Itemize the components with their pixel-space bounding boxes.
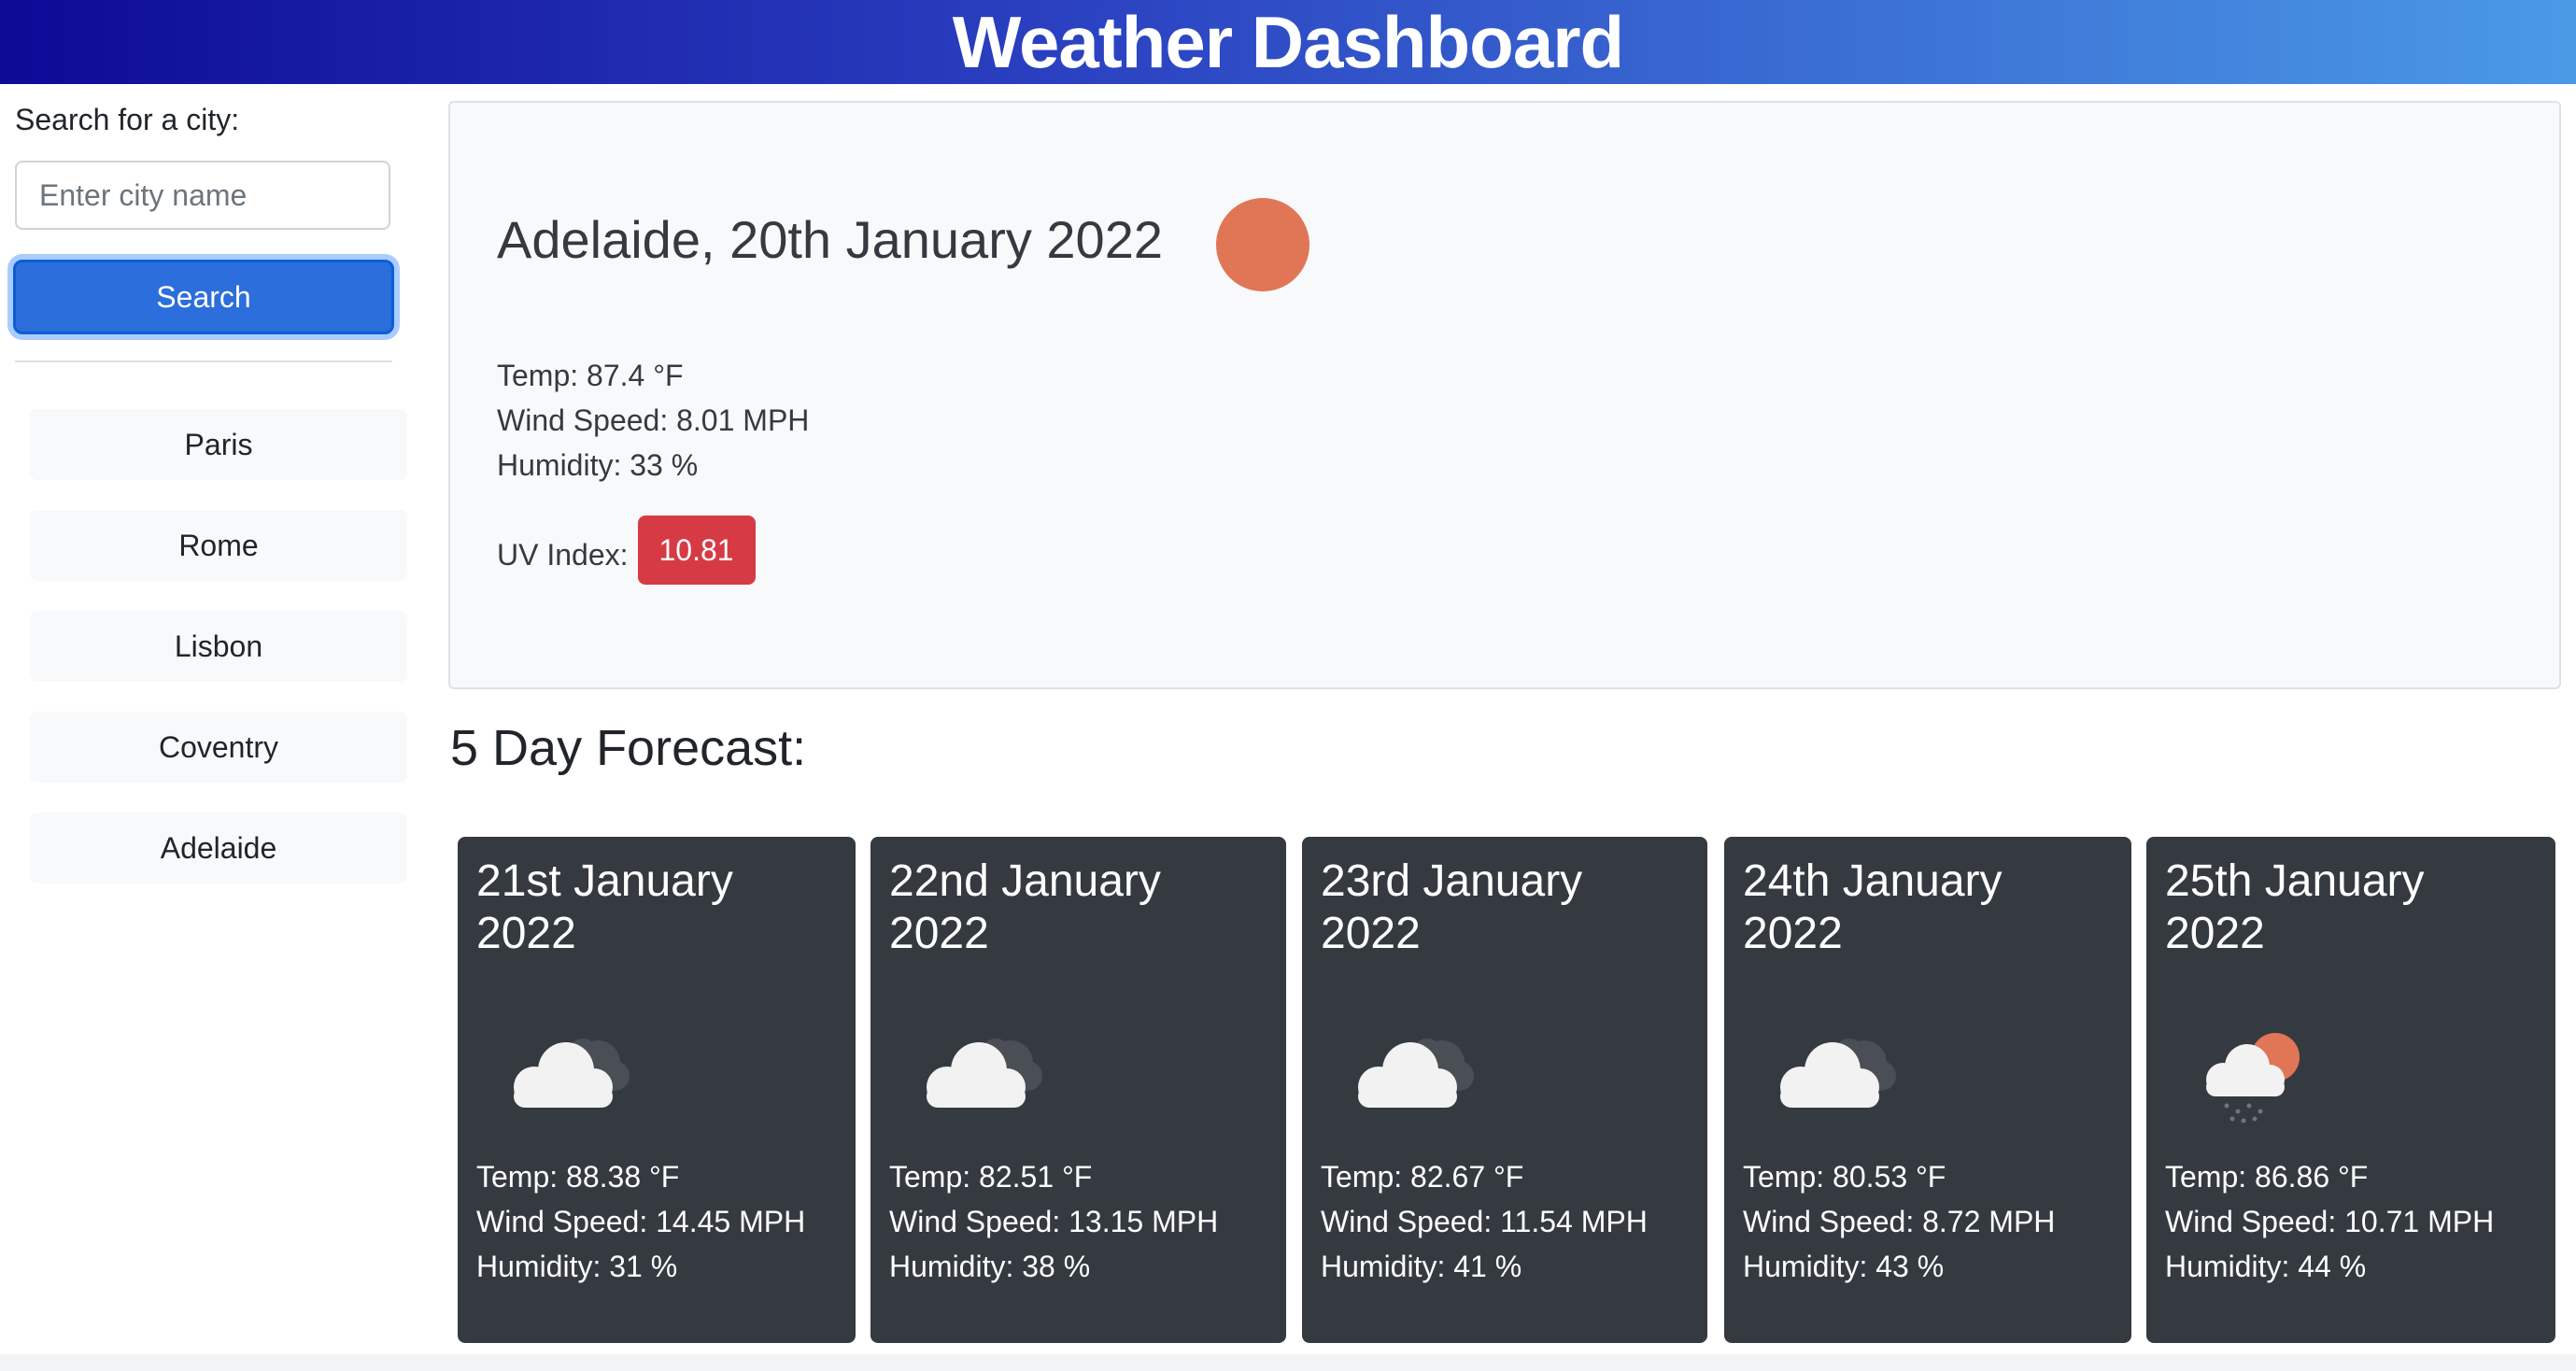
forecast-card: 24th January 2022 Temp: 80.53 °F Wind Sp…	[1724, 837, 2131, 1343]
forecast-card: 25th January 2022 Temp: 86.86 °F Wind Sp…	[2146, 837, 2555, 1343]
forecast-date: 25th January 2022	[2165, 856, 2425, 958]
forecast-date: 24th January 2022	[1743, 856, 2003, 958]
forecast-wind: Wind Speed: 13.15 MPH	[889, 1205, 1219, 1238]
forecast-wind: Wind Speed: 10.71 MPH	[2165, 1205, 2495, 1238]
forecast-date: 23rd January 2022	[1321, 856, 1583, 958]
search-history-list: Paris Rome Lisbon Coventry Adelaide	[30, 409, 407, 913]
current-humidity: Humidity: 33 %	[497, 448, 699, 482]
current-city-heading: Adelaide, 20th January 2022	[497, 210, 1163, 269]
forecast-temp: Temp: 82.67 °F	[1321, 1160, 1524, 1194]
sun-icon	[1216, 198, 1309, 291]
forecast-card: 23rd January 2022 Temp: 82.67 °F Wind Sp…	[1302, 837, 1707, 1343]
forecast-stats: Temp: 80.53 °F Wind Speed: 8.72 MPH Humi…	[1743, 1154, 2055, 1289]
forecast-temp: Temp: 88.38 °F	[476, 1160, 680, 1194]
footer-strip	[0, 1354, 2576, 1371]
forecast-humidity: Humidity: 31 %	[476, 1250, 678, 1283]
forecast-wind: Wind Speed: 8.72 MPH	[1743, 1205, 2056, 1238]
forecast-humidity: Humidity: 38 %	[889, 1250, 1091, 1283]
page-title: Weather Dashboard	[952, 0, 1624, 83]
history-item-paris[interactable]: Paris	[30, 409, 407, 480]
forecast-temp: Temp: 86.86 °F	[2165, 1160, 2369, 1194]
forecast-stats: Temp: 82.51 °F Wind Speed: 13.15 MPH Hum…	[889, 1154, 1218, 1289]
city-search-input[interactable]	[15, 161, 390, 230]
uv-index-label: UV Index:	[497, 537, 629, 572]
forecast-humidity: Humidity: 44 %	[2165, 1250, 2367, 1283]
current-wind: Wind Speed: 8.01 MPH	[497, 403, 810, 437]
forecast-card: 21st January 2022 Temp: 88.38 °F Wind Sp…	[458, 837, 856, 1343]
history-item-lisbon[interactable]: Lisbon	[30, 611, 407, 682]
forecast-stats: Temp: 88.38 °F Wind Speed: 14.45 MPH Hum…	[476, 1154, 805, 1289]
uv-index-badge: 10.81	[637, 516, 756, 585]
current-stats: Temp: 87.4 °F Wind Speed: 8.01 MPH Humid…	[497, 353, 809, 488]
sidebar-divider	[15, 360, 392, 362]
forecast-date: 21st January 2022	[476, 856, 733, 958]
history-item-rome[interactable]: Rome	[30, 510, 407, 581]
forecast-date: 22nd January 2022	[889, 856, 1161, 958]
cloudy-icon	[910, 1024, 1050, 1122]
cloudy-icon	[497, 1024, 637, 1122]
forecast-wind: Wind Speed: 11.54 MPH	[1321, 1205, 1648, 1238]
uv-index-row: UV Index: 10.81	[497, 516, 756, 585]
search-button[interactable]: Search	[13, 260, 394, 334]
forecast-temp: Temp: 80.53 °F	[1743, 1160, 1946, 1194]
forecast-stats: Temp: 82.67 °F Wind Speed: 11.54 MPH Hum…	[1321, 1154, 1648, 1289]
app-header: Weather Dashboard	[0, 0, 2576, 84]
cloudy-icon	[1341, 1024, 1481, 1122]
forecast-temp: Temp: 82.51 °F	[889, 1160, 1093, 1194]
rain-sun-icon	[2186, 1024, 2326, 1131]
forecast-card: 22nd January 2022 Temp: 82.51 °F Wind Sp…	[870, 837, 1286, 1343]
forecast-title: 5 Day Forecast:	[450, 720, 807, 776]
current-weather-card: Adelaide, 20th January 2022 Temp: 87.4 °…	[448, 101, 2561, 689]
cloudy-icon	[1763, 1024, 1904, 1122]
forecast-wind: Wind Speed: 14.45 MPH	[476, 1205, 806, 1238]
history-item-adelaide[interactable]: Adelaide	[30, 813, 407, 883]
forecast-humidity: Humidity: 41 %	[1321, 1250, 1522, 1283]
forecast-humidity: Humidity: 43 %	[1743, 1250, 1945, 1283]
search-label: Search for a city:	[15, 103, 240, 136]
current-temp: Temp: 87.4 °F	[497, 359, 684, 392]
history-item-coventry[interactable]: Coventry	[30, 712, 407, 783]
sidebar: Search for a city: Search Paris Rome Lis…	[0, 84, 430, 1371]
forecast-stats: Temp: 86.86 °F Wind Speed: 10.71 MPH Hum…	[2165, 1154, 2494, 1289]
